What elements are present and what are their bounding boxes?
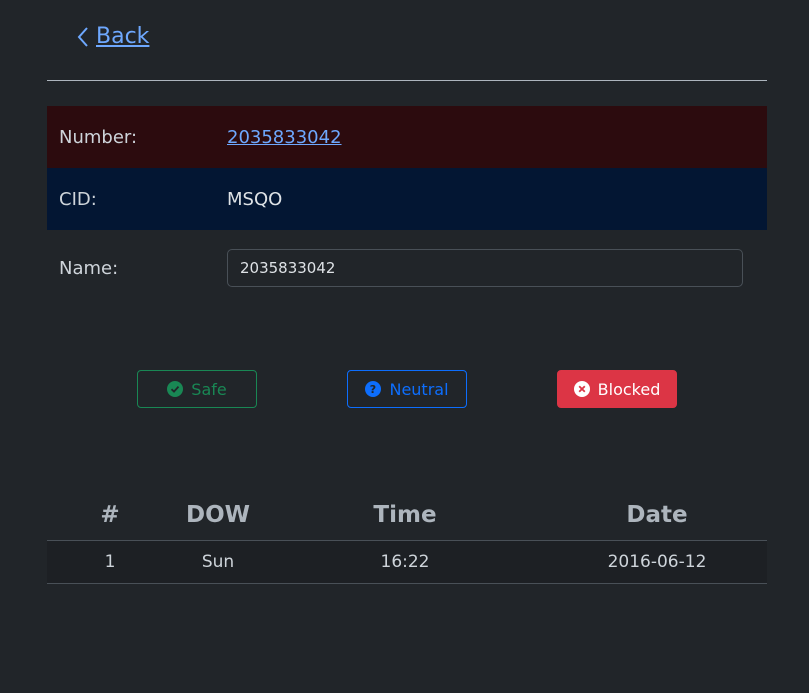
number-row: Number: 2035833042 [47,106,767,168]
safe-button-label: Safe [191,379,227,399]
cell-dow: Sun [173,540,263,584]
call-history-table: # DOW Time Date 1 Sun 16:22 2016-06-12 [47,490,767,584]
name-row: Name: [47,230,767,306]
number-value: 2035833042 [227,127,342,148]
question-circle-icon: ? [365,381,382,397]
back-link[interactable]: Back [76,24,149,49]
x-circle-icon [573,381,590,397]
cell-time: 16:22 [263,540,547,584]
check-circle-icon [167,381,184,397]
blocked-button[interactable]: Blocked [557,370,677,408]
blocked-button-label: Blocked [597,379,661,399]
cid-label: CID: [59,188,97,210]
neutral-button-label: Neutral [389,379,449,399]
back-link-label: Back [96,24,150,49]
column-header-time[interactable]: Time [263,490,547,541]
header-divider [47,80,767,81]
name-input[interactable] [227,249,743,287]
number-label: Number: [59,126,138,148]
column-header-number[interactable]: # [47,490,173,541]
safe-button[interactable]: Safe [137,370,257,408]
cid-value: MSQO [227,188,283,210]
number-link[interactable]: 2035833042 [227,127,342,148]
svg-text:?: ? [370,383,376,396]
cid-row: CID: MSQO [47,168,767,230]
chevron-left-icon [77,26,88,47]
column-header-date[interactable]: Date [547,490,767,541]
table-row: 1 Sun 16:22 2016-06-12 [47,540,767,584]
cell-number: 1 [47,540,173,584]
column-header-dow[interactable]: DOW [173,490,263,541]
neutral-button[interactable]: ? Neutral [347,370,467,408]
caller-detail-page: Back Number: 2035833042 CID: MSQO Name: … [0,0,809,693]
classification-buttons: Safe ? Neutral Blocked [0,370,809,408]
name-label: Name: [59,257,119,279]
caller-info: Number: 2035833042 CID: MSQO Name: [47,106,767,306]
table-header-row: # DOW Time Date [47,490,767,541]
cell-date: 2016-06-12 [547,540,767,584]
